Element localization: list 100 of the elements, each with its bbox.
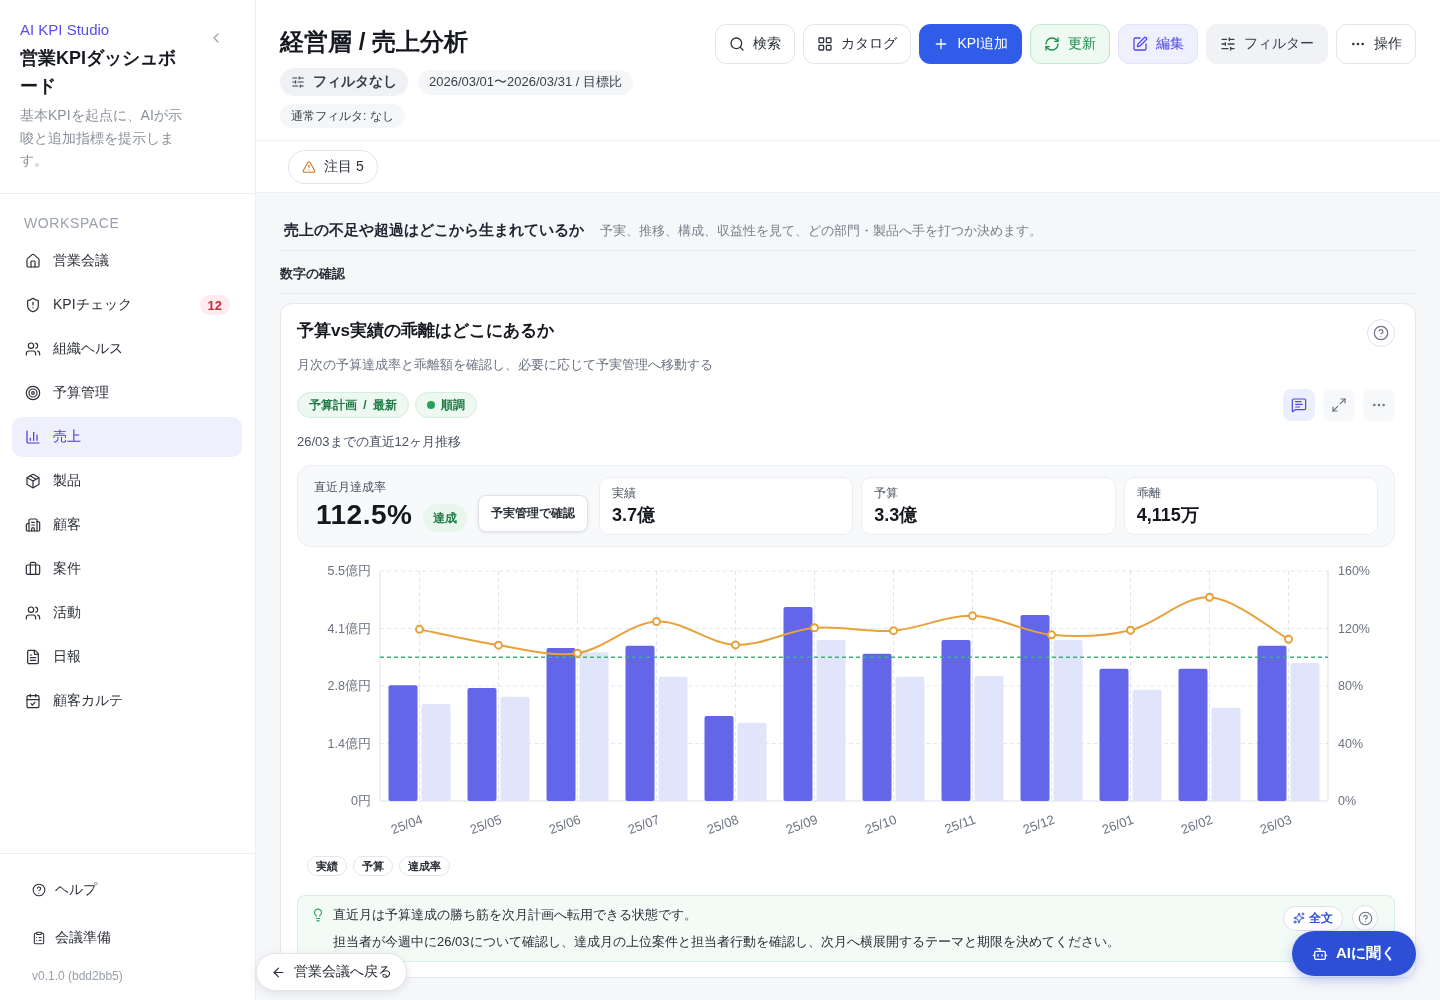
nav-item[interactable]: 活動 — [12, 593, 242, 633]
grid-icon — [817, 36, 834, 52]
catalog-button[interactable]: カタログ — [803, 24, 912, 64]
data-point — [810, 623, 819, 633]
nav-item[interactable]: 製品 — [12, 461, 242, 501]
help-icon — [1357, 910, 1373, 926]
nav-item[interactable]: 顧客 — [12, 505, 242, 545]
budget-link-button[interactable]: 予実管理で確認 — [478, 495, 589, 532]
back-button[interactable]: 営業会議へ戻る — [256, 953, 407, 991]
card-description: 月次の予算達成率と乖離額を確認し、必要に応じて予実管理へ移動する — [297, 356, 713, 374]
y-axis-label: 120% — [1338, 621, 1370, 636]
users-icon — [25, 605, 41, 621]
version-label: v0.1.0 (bdd2bb5) — [31, 968, 124, 984]
y-axis-label: 40% — [1338, 736, 1364, 751]
sliders-icon — [1220, 36, 1236, 52]
actions-button[interactable]: 操作 — [1336, 24, 1416, 64]
x-axis-label: 25/07 — [625, 811, 662, 837]
count-badge: 12 — [199, 295, 230, 315]
expand-button[interactable] — [1323, 389, 1355, 421]
status-dot-icon — [427, 401, 435, 409]
box-icon — [25, 473, 41, 489]
insight-text: 担当者が今週中に26/03について確認し、達成月の上位案件と担当者行動を確認し、次月へ横展開するテーマと期限を決めてください。 — [333, 933, 1120, 951]
warning-icon — [302, 160, 316, 174]
y-axis-label: 4.1億円 — [327, 621, 371, 636]
legend-item[interactable]: 達成率 — [399, 856, 450, 876]
nav-item[interactable]: 組織ヘルス — [12, 329, 242, 369]
filter-button[interactable]: フィルター — [1206, 24, 1328, 64]
data-point — [1047, 630, 1056, 640]
edit-button[interactable]: 編集 — [1118, 24, 1198, 64]
x-axis-label: 25/11 — [942, 811, 978, 837]
add-kpi-button[interactable]: KPI追加 — [919, 24, 1022, 64]
robot-icon — [1312, 945, 1328, 962]
meeting-prep-link[interactable]: 会議準備 — [20, 918, 235, 958]
calendar-check-icon — [25, 693, 41, 709]
data-point — [1284, 634, 1293, 644]
filter-chip[interactable]: フィルタなし — [280, 68, 408, 96]
x-axis-label: 26/03 — [1257, 811, 1294, 837]
bar-chart-icon — [25, 429, 41, 445]
y-axis-label: 5.5億円 — [327, 564, 371, 578]
help-icon — [1373, 325, 1389, 341]
briefcase-icon — [25, 561, 41, 577]
building-icon — [25, 517, 41, 533]
nav-item[interactable]: 案件 — [12, 549, 242, 589]
data-point — [731, 640, 740, 650]
x-axis-label: 25/06 — [546, 811, 583, 837]
full-text-button[interactable]: 全文 — [1283, 905, 1343, 931]
y-axis-label: 1.4億円 — [327, 736, 371, 751]
attention-chip[interactable]: 注目 5 — [288, 150, 378, 184]
nav-item[interactable]: 顧客カルテ — [12, 681, 242, 721]
subsection-title: 数字の確認 — [280, 264, 1416, 294]
data-point — [415, 624, 424, 634]
target-icon — [25, 385, 41, 401]
x-axis-label: 25/05 — [467, 811, 504, 837]
refresh-icon — [1044, 36, 1060, 52]
data-point — [494, 640, 503, 650]
nav-item[interactable]: 日報 — [12, 637, 242, 677]
refresh-button[interactable]: 更新 — [1030, 24, 1110, 64]
period-chip: 2026/03/01〜2026/03/31 / 目標比 — [418, 69, 633, 95]
source-tag: 予算計画 / 最新 — [297, 392, 409, 418]
y-axis-label: 80% — [1338, 679, 1364, 693]
section-label: WORKSPACE — [23, 214, 121, 232]
x-axis-label: 26/01 — [1099, 811, 1136, 837]
search-button[interactable]: 検索 — [715, 24, 796, 64]
legend-item[interactable]: 実績 — [307, 856, 347, 876]
nav-item[interactable]: 売上 — [12, 417, 242, 457]
filter-note-chip: 通常フィルタ: なし — [280, 104, 405, 128]
y-axis-label: 0円 — [351, 794, 371, 808]
ask-ai-button[interactable]: AIに聞く — [1292, 931, 1416, 976]
data-point — [968, 611, 977, 621]
app-title: 営業KPIダッシュボード — [20, 47, 177, 98]
comment-button[interactable] — [1283, 389, 1315, 421]
help-button[interactable] — [1352, 905, 1378, 931]
nav-item[interactable]: 予算管理 — [12, 373, 242, 413]
metric-label: 直近月達成率 — [314, 479, 387, 495]
x-axis-label: 25/04 — [388, 811, 425, 837]
lightbulb-icon — [311, 908, 325, 922]
help-link[interactable]: ヘルプ — [20, 870, 235, 910]
nav-item[interactable]: KPIチェック 12 — [12, 285, 242, 325]
x-axis-label: 26/02 — [1178, 811, 1215, 837]
metric-label: 乖離 — [1136, 485, 1162, 501]
y-axis-label: 2.8億円 — [327, 679, 371, 693]
data-point — [889, 626, 898, 636]
status-tag: 順調 — [415, 392, 477, 418]
metric-value: 3.7億 — [612, 504, 657, 527]
shield-alert-icon — [25, 297, 41, 313]
document-icon — [25, 649, 41, 665]
data-point — [1205, 592, 1214, 602]
legend-item[interactable]: 予算 — [353, 856, 393, 876]
data-point — [573, 648, 582, 658]
y-axis-label: 0% — [1338, 794, 1357, 808]
help-icon — [32, 883, 46, 897]
brand-name: AI KPI Studio — [20, 20, 111, 40]
users-icon — [25, 341, 41, 357]
x-axis-label: 25/09 — [783, 811, 820, 837]
nav-item[interactable]: 営業会議 — [12, 241, 242, 281]
help-button[interactable] — [1367, 319, 1395, 347]
expand-icon — [1331, 397, 1347, 413]
sparkles-icon — [1293, 912, 1305, 924]
metric-label: 実績 — [612, 485, 637, 501]
edit-icon — [1132, 36, 1148, 52]
